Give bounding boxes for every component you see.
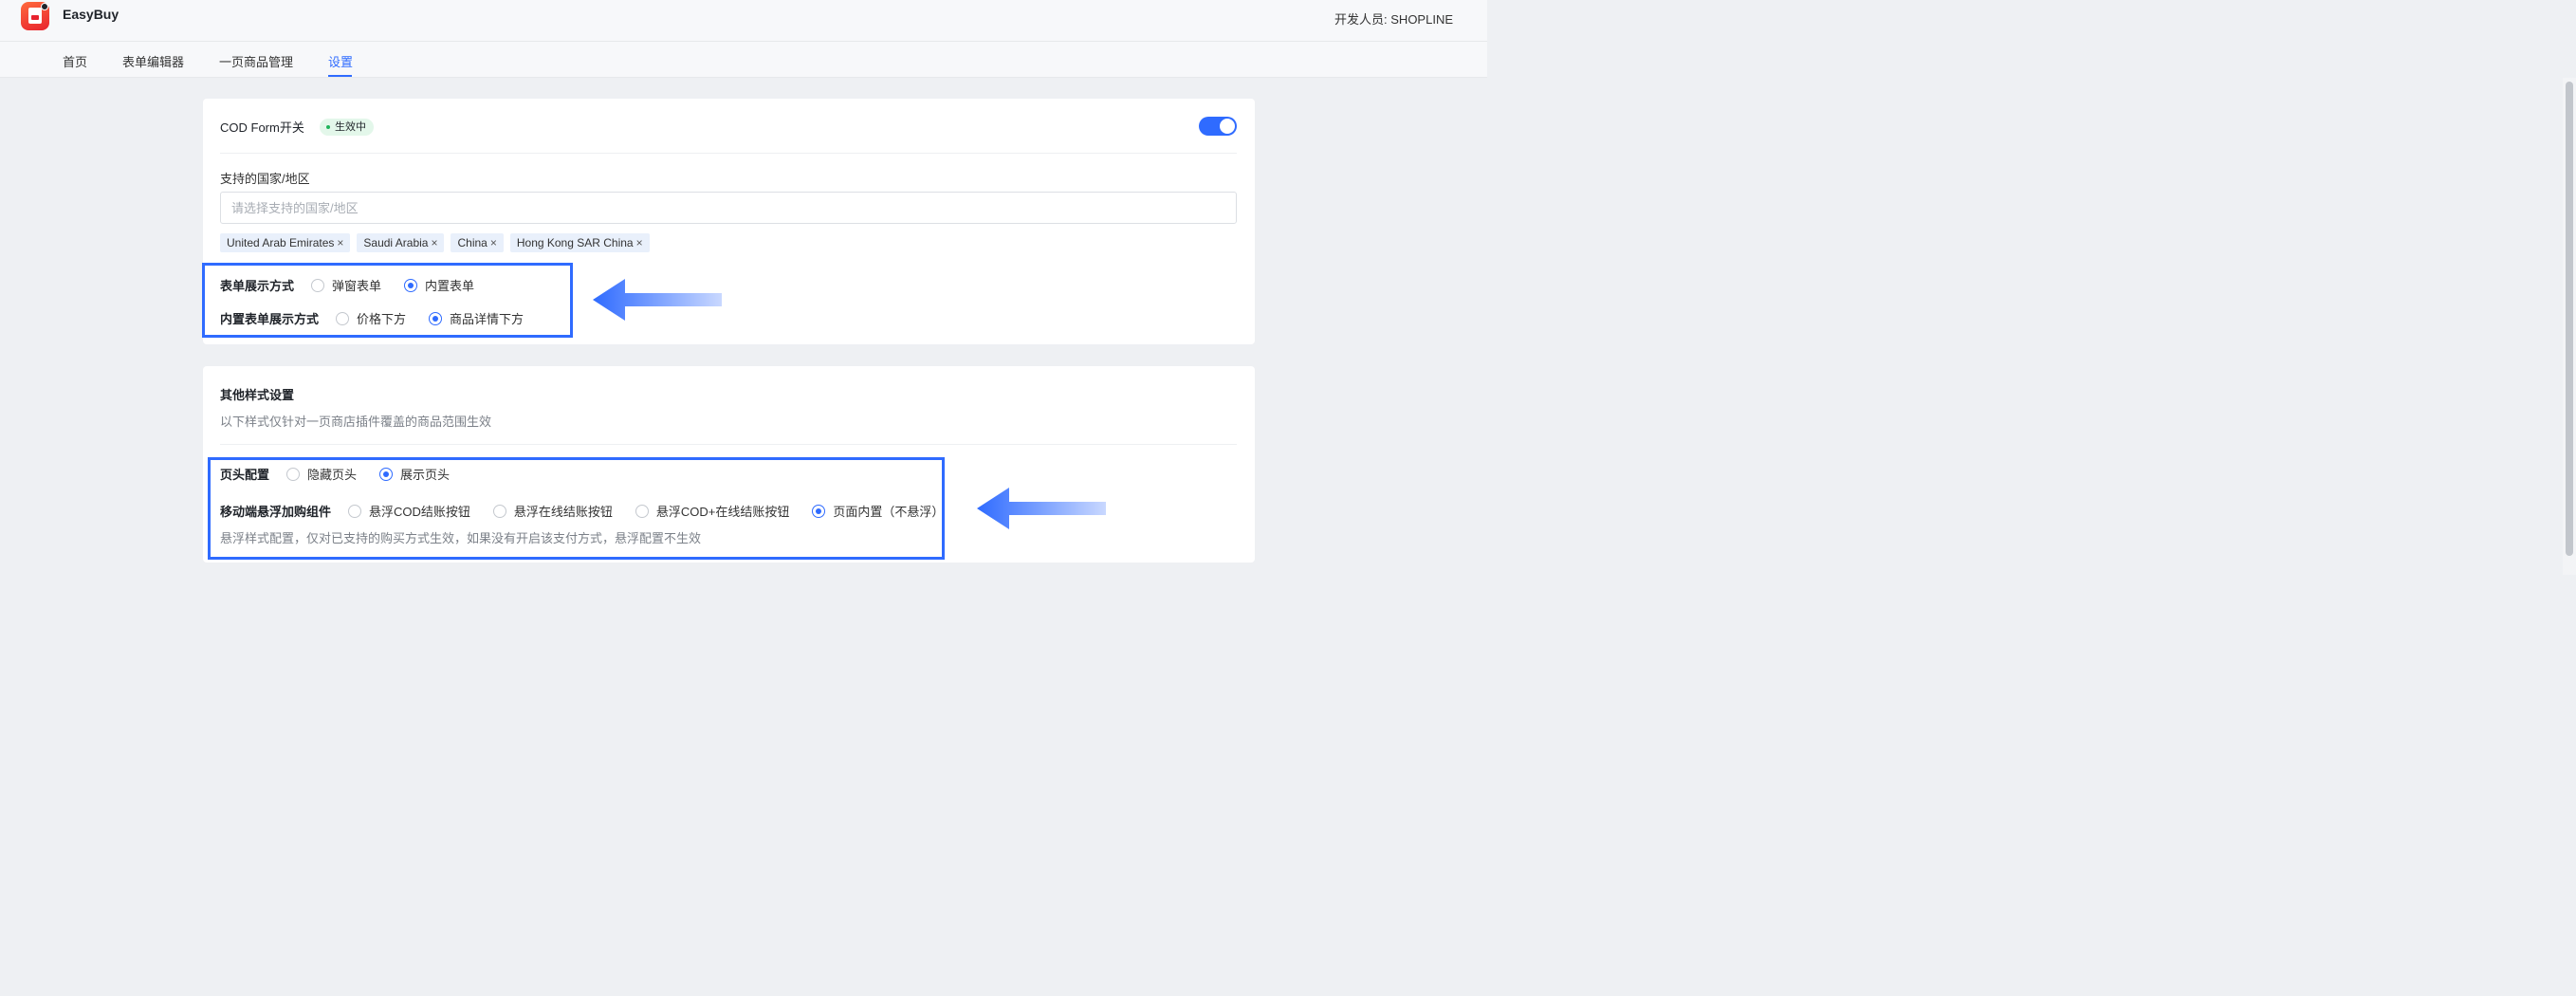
scrollbar-thumb[interactable] [2566,82,2573,556]
mobile-floating-row: 移动端悬浮加购组件 悬浮COD结账按钮 悬浮在线结账按钮 悬浮COD+在线结账按… [220,502,966,520]
tab-settings[interactable]: 设置 [328,52,353,70]
annotation-arrow-icon [977,488,1106,529]
radio-circle [336,311,350,325]
close-icon[interactable]: × [636,236,643,249]
radio-circle-checked [404,278,418,292]
radio-circle [311,278,325,292]
region-tag-label: Hong Kong SAR China [516,236,634,249]
region-tag-label: Saudi Arabia [363,236,429,249]
region-tag: Saudi Arabia × [357,233,445,252]
style-settings-title: 其他样式设置 [220,388,295,402]
radio-circle [348,504,362,518]
radio-label: 悬浮COD+在线结账按钮 [655,505,790,519]
radio-inline-no-float[interactable]: 页面内置（不悬浮） [812,502,944,520]
close-icon[interactable]: × [431,236,437,249]
radio-label: 内置表单 [425,279,475,293]
radio-below-details[interactable]: 商品详情下方 [429,309,524,327]
radio-hide-header[interactable]: 隐藏页头 [286,465,357,483]
region-select-input[interactable] [220,192,1237,224]
embedded-position-label: 内置表单展示方式 [220,312,320,326]
selected-regions: United Arab Emirates × Saudi Arabia × Ch… [220,233,650,252]
close-icon[interactable]: × [337,236,343,249]
toggle-knob [1220,119,1235,134]
active-tab-indicator [328,75,352,77]
radio-circle [286,467,301,481]
top-bar: EasyBuy 开发人员: SHOPLINE [0,0,1487,42]
radio-label: 商品详情下方 [450,312,524,326]
radio-circle-checked [379,467,394,481]
radio-label: 悬浮在线结账按钮 [513,505,613,519]
radio-below-price[interactable]: 价格下方 [336,309,406,327]
radio-label: 页面内置（不悬浮） [833,505,945,519]
floating-footnote: 悬浮样式配置，仅对已支持的购买方式生效，如果没有开启该支付方式，悬浮配置不生效 [220,531,702,545]
radio-circle-checked [812,504,826,518]
radio-label: 价格下方 [357,312,407,326]
developer-label: 开发人员: SHOPLINE [1334,12,1453,27]
cod-form-title: COD Form开关 [220,120,304,135]
page-scrollbar[interactable] [2563,78,2576,575]
region-tag: China × [451,233,504,252]
radio-circle-checked [429,311,443,325]
radio-show-header[interactable]: 展示页头 [379,465,450,483]
header-config-row: 页头配置 隐藏页头 展示页头 [220,465,472,483]
radio-floating-online[interactable]: 悬浮在线结账按钮 [492,502,613,520]
region-tag: Hong Kong SAR China × [509,233,650,252]
tab-one-page-products[interactable]: 一页商品管理 [219,52,293,70]
radio-floating-cod[interactable]: 悬浮COD结账按钮 [348,502,470,520]
app-logo-icon [21,2,49,30]
mobile-floating-label: 移动端悬浮加购组件 [220,505,332,519]
radio-label: 展示页头 [400,468,451,482]
form-display-mode-row: 表单展示方式 弹窗表单 内置表单 [220,276,497,294]
annotation-arrow-icon [593,279,722,321]
radio-embedded-form[interactable]: 内置表单 [404,276,474,294]
region-tag-label: China [457,236,488,249]
region-tag: United Arab Emirates × [220,233,351,252]
radio-circle [635,504,649,518]
tab-home[interactable]: 首页 [63,52,87,70]
radio-circle [492,504,506,518]
header-config-label: 页头配置 [220,468,270,482]
radio-label: 隐藏页头 [307,468,358,482]
cod-form-toggle[interactable] [1199,117,1237,136]
radio-popup-form[interactable]: 弹窗表单 [311,276,381,294]
status-badge: 生效中 [320,119,374,136]
divider [220,444,1237,445]
close-icon[interactable]: × [490,236,497,249]
main-nav: 首页 表单编辑器 一页商品管理 设置 [0,42,1487,78]
divider [220,153,1237,154]
radio-label: 弹窗表单 [332,279,382,293]
style-settings-description: 以下样式仅针对一页商店插件覆盖的商品范围生效 [220,415,492,429]
radio-label: 悬浮COD结账按钮 [369,505,470,519]
tab-form-editor[interactable]: 表单编辑器 [122,52,184,70]
cod-form-card: COD Form开关 生效中 支持的国家/地区 United Arab Emir… [203,99,1255,344]
region-tag-label: United Arab Emirates [227,236,335,249]
radio-floating-cod-online[interactable]: 悬浮COD+在线结账按钮 [635,502,789,520]
embedded-position-row: 内置表单展示方式 价格下方 商品详情下方 [220,309,546,327]
regions-label: 支持的国家/地区 [220,172,310,186]
style-settings-card: 其他样式设置 以下样式仅针对一页商店插件覆盖的商品范围生效 页头配置 隐藏页头 … [203,366,1255,563]
app-name: EasyBuy [63,7,120,22]
form-display-mode-label: 表单展示方式 [220,279,295,293]
